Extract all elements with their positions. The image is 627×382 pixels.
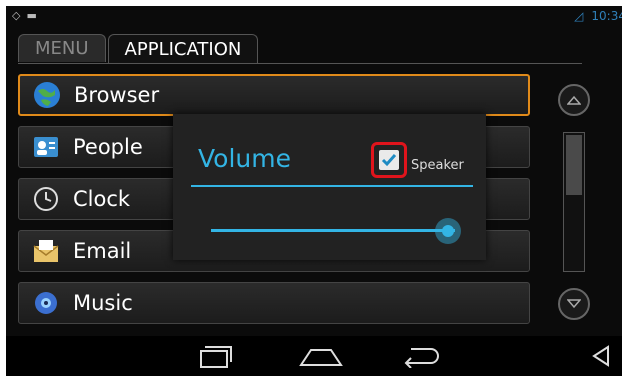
volume-slider-track[interactable] xyxy=(211,229,455,232)
list-item-music[interactable]: Music xyxy=(18,282,530,324)
status-time: 10:34 xyxy=(591,9,622,23)
globe-icon xyxy=(32,80,62,110)
battery-icon: ▬ xyxy=(26,9,37,22)
scroll-column xyxy=(558,84,592,340)
list-item-label: Email xyxy=(73,239,132,263)
status-right: ◿ 10:34 xyxy=(574,9,622,23)
status-bar: ◇ ▬ ◿ 10:34 xyxy=(6,6,622,28)
email-icon xyxy=(31,236,61,266)
arrow-down-icon[interactable] xyxy=(558,288,590,320)
dialog-divider xyxy=(191,185,473,187)
volume-slider-thumb[interactable] xyxy=(435,218,461,244)
arrow-up-icon[interactable] xyxy=(558,84,590,116)
speaker-checkbox[interactable] xyxy=(379,150,399,170)
signal-icon: ◿ xyxy=(574,9,584,23)
clock-icon xyxy=(31,184,61,214)
dialog-title: Volume xyxy=(198,144,291,173)
home-icon[interactable] xyxy=(291,336,351,376)
tab-menu[interactable]: MENU xyxy=(18,34,106,62)
status-left: ◇ ▬ xyxy=(12,9,37,22)
list-item-label: Music xyxy=(73,291,133,315)
tab-divider xyxy=(18,63,582,64)
list-item-label: Browser xyxy=(74,83,160,107)
list-item-label: Clock xyxy=(73,187,131,211)
recent-apps-icon[interactable] xyxy=(186,336,246,376)
scrollbar[interactable] xyxy=(563,132,585,272)
scrollbar-thumb[interactable] xyxy=(566,135,582,195)
radio-icon: ◇ xyxy=(12,9,21,22)
speaker-label: Speaker xyxy=(411,158,464,173)
device-frame: ◇ ▬ ◿ 10:34 MENU APPLICATION Browser xyxy=(0,0,627,382)
list-item-browser[interactable]: Browser xyxy=(18,74,530,116)
list-item-label: People xyxy=(73,135,143,159)
triangle-back-icon[interactable] xyxy=(581,336,621,376)
speaker-checkbox-highlight xyxy=(371,142,407,178)
nav-bar xyxy=(6,336,622,376)
contacts-icon xyxy=(31,132,61,162)
screen: ◇ ▬ ◿ 10:34 MENU APPLICATION Browser xyxy=(6,6,622,376)
volume-dialog: Volume Speaker xyxy=(173,114,486,260)
music-icon xyxy=(31,288,61,318)
slider-thumb-core xyxy=(442,225,454,237)
tab-application[interactable]: APPLICATION xyxy=(107,34,259,64)
tab-bar: MENU APPLICATION xyxy=(18,34,260,64)
back-icon[interactable] xyxy=(391,336,451,376)
